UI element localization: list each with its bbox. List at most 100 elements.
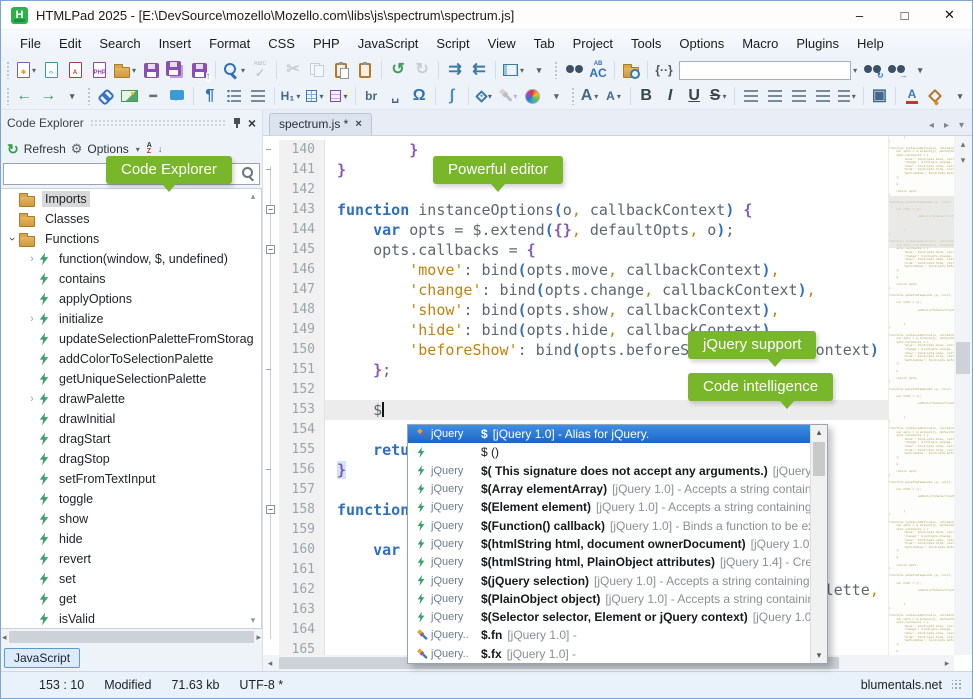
line-number[interactable]: 161 bbox=[279, 560, 325, 580]
close-button[interactable]: ✕ bbox=[927, 1, 972, 29]
align-center-button[interactable] bbox=[764, 85, 786, 107]
fold-gutter[interactable] bbox=[263, 280, 279, 300]
quick-search-button[interactable]: ▾ bbox=[221, 59, 247, 81]
fold-gutter[interactable] bbox=[263, 300, 279, 320]
tree-item[interactable]: ›initialize bbox=[1, 309, 261, 329]
align-left-button[interactable] bbox=[740, 85, 762, 107]
fold-gutter[interactable] bbox=[263, 600, 279, 620]
menu-php[interactable]: PHP bbox=[304, 32, 349, 55]
scroll-up-icon[interactable]: ▴ bbox=[251, 191, 256, 202]
save-upload-button[interactable]: ↑ bbox=[188, 59, 210, 81]
fold-gutter[interactable] bbox=[263, 260, 279, 280]
line-number[interactable]: 147 bbox=[279, 280, 325, 300]
code-line-text[interactable]: function instanceOptions(o, callbackCont… bbox=[325, 200, 954, 220]
find-in-files-button[interactable] bbox=[620, 59, 642, 81]
menu-css[interactable]: CSS bbox=[259, 32, 304, 55]
line-number[interactable]: 141 bbox=[279, 160, 325, 180]
copy-button[interactable] bbox=[306, 59, 328, 81]
code-line-text[interactable]: }; bbox=[325, 360, 954, 380]
align-right-button[interactable] bbox=[788, 85, 810, 107]
fold-gutter[interactable] bbox=[263, 160, 279, 180]
fold-gutter[interactable]: − bbox=[263, 200, 279, 220]
line-number[interactable]: 159 bbox=[279, 520, 325, 540]
new-php-document-button[interactable]: PHP bbox=[88, 59, 110, 81]
line-spacing-button[interactable]: ▾ bbox=[836, 85, 858, 107]
menu-insert[interactable]: Insert bbox=[150, 32, 201, 55]
tree-item[interactable]: ›drawPalette bbox=[1, 389, 261, 409]
autocomplete-item[interactable]: $ () bbox=[408, 443, 810, 461]
code-line-text[interactable]: var opts = $.extend({}, defaultOpts, o); bbox=[325, 220, 954, 240]
line-number[interactable]: 162 bbox=[279, 580, 325, 600]
menu-javascript[interactable]: JavaScript bbox=[349, 32, 428, 55]
scroll-right-icon[interactable]: ▸ bbox=[940, 658, 954, 669]
scroll-up-icon[interactable]: ▴ bbox=[961, 136, 966, 152]
insert-hr-button[interactable]: ━ bbox=[142, 85, 164, 107]
save-all-button[interactable] bbox=[164, 59, 186, 81]
color-picker-button[interactable] bbox=[521, 85, 543, 107]
tag-button[interactable]: ▾ bbox=[473, 85, 495, 107]
line-number[interactable]: 158 bbox=[279, 500, 325, 520]
resize-grip[interactable] bbox=[952, 680, 962, 690]
code-line-text[interactable]: 'show': bind(opts.show, callbackContext)… bbox=[325, 300, 954, 320]
tree-item[interactable]: ›Functions bbox=[1, 229, 261, 249]
fold-gutter[interactable] bbox=[263, 460, 279, 480]
tree-item[interactable]: drawInitial bbox=[1, 409, 261, 429]
autocomplete-item[interactable]: jQuery$(jQuery selection)[jQuery 1.0] - … bbox=[408, 571, 810, 589]
menu-tools[interactable]: Tools bbox=[622, 32, 670, 55]
fold-gutter[interactable] bbox=[263, 320, 279, 340]
bold-button[interactable]: B bbox=[635, 85, 657, 107]
menu-search[interactable]: Search bbox=[90, 32, 149, 55]
paragraph-button[interactable]: ¶ bbox=[199, 85, 221, 107]
heading-button[interactable]: H₁▾ bbox=[280, 85, 302, 107]
tree-item[interactable]: getUniqueSelectionPalette bbox=[1, 369, 261, 389]
line-number[interactable]: 155 bbox=[279, 440, 325, 460]
tree-item[interactable]: get bbox=[1, 589, 261, 609]
code-line-text[interactable]: opts.callbacks = { bbox=[325, 240, 954, 260]
tree-item[interactable]: hide bbox=[1, 529, 261, 549]
tree-item[interactable]: Classes bbox=[1, 209, 261, 229]
tree-scrollbar[interactable]: ▴ ▾ bbox=[246, 191, 260, 626]
minimize-button[interactable]: – bbox=[837, 1, 882, 29]
autocomplete-item[interactable]: jQuery$(PlainObject object)[jQuery 1.0] … bbox=[408, 590, 810, 608]
back-button[interactable]: ← bbox=[13, 85, 35, 107]
scroll-left-icon[interactable]: ◂ bbox=[2, 632, 7, 643]
fold-gutter[interactable] bbox=[263, 580, 279, 600]
tree-item[interactable]: isValid bbox=[1, 609, 261, 629]
form-button[interactable]: ▾ bbox=[328, 85, 350, 107]
line-number[interactable]: 163 bbox=[279, 600, 325, 620]
maximize-button[interactable]: □ bbox=[882, 1, 927, 29]
refresh-button[interactable]: Refresh bbox=[24, 142, 66, 156]
find-button[interactable] bbox=[563, 59, 585, 81]
line-number[interactable]: 160 bbox=[279, 540, 325, 560]
fold-gutter[interactable] bbox=[263, 560, 279, 580]
numbered-list-button[interactable] bbox=[247, 85, 269, 107]
tab-spectrum-js[interactable]: spectrum.js * × bbox=[269, 113, 372, 135]
tree-item[interactable]: updateSelectionPaletteFromStorag bbox=[1, 329, 261, 349]
line-number[interactable]: 142 bbox=[279, 180, 325, 200]
code-line-text[interactable]: 'move': bind(opts.move, callbackContext)… bbox=[325, 260, 954, 280]
fold-gutter[interactable] bbox=[263, 440, 279, 460]
panel-close-icon[interactable]: × bbox=[248, 116, 256, 130]
fold-gutter[interactable] bbox=[263, 220, 279, 240]
scroll-down-icon[interactable]: ▾ bbox=[961, 152, 966, 168]
script-button[interactable]: ʃ bbox=[441, 85, 463, 107]
line-number[interactable]: 145 bbox=[279, 240, 325, 260]
tree-item[interactable]: toggle bbox=[1, 489, 261, 509]
underline-button[interactable]: U bbox=[683, 85, 705, 107]
toolbar-overflow-button[interactable]: ▾ bbox=[528, 59, 550, 81]
fold-gutter[interactable]: − bbox=[263, 240, 279, 260]
autocomplete-item[interactable]: jQuery$(Element element)[jQuery 1.0] - A… bbox=[408, 498, 810, 516]
tab-scroll-right-icon[interactable]: ▸ bbox=[944, 120, 949, 131]
scroll-right-icon[interactable]: ▸ bbox=[256, 632, 261, 643]
fold-gutter[interactable] bbox=[263, 640, 279, 655]
code-line-text[interactable]: 'beforeShow': bind(opts.beforeShow, call… bbox=[325, 340, 954, 360]
fold-gutter[interactable] bbox=[263, 620, 279, 640]
menu-help[interactable]: Help bbox=[848, 32, 893, 55]
encoding[interactable]: UTF-8 * bbox=[229, 678, 293, 692]
spell-check-button[interactable]: ABC✓ bbox=[249, 59, 271, 81]
autocomplete-item[interactable]: jQuery$( This signature does not accept … bbox=[408, 462, 810, 480]
popup-scrollbar[interactable]: ▴ ▾ bbox=[810, 425, 827, 663]
chevron-right-icon[interactable]: › bbox=[25, 313, 39, 325]
justify-button[interactable] bbox=[812, 85, 834, 107]
autocomplete-item[interactable]: jQuery..$.fn[jQuery 1.0] - bbox=[408, 626, 810, 644]
